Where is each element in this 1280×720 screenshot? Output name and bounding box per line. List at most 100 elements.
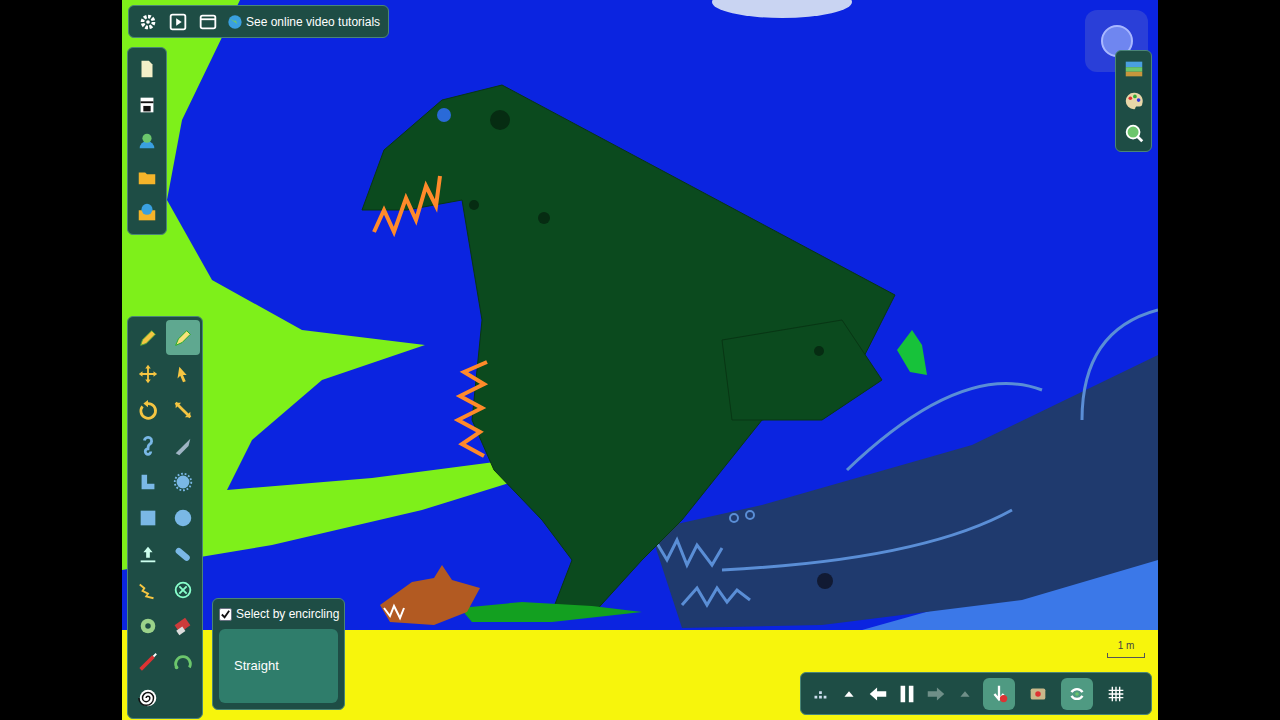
tool-button[interactable] [131,356,165,391]
tool-button[interactable] [131,428,165,463]
laser-icon [137,651,159,673]
gravity-icon [988,683,1010,705]
tool-button[interactable] [131,680,165,715]
zoom-world-button[interactable] [1123,122,1145,144]
tool-button[interactable] [166,464,200,499]
triangle-up-icon [954,683,976,705]
knife-icon [172,435,194,457]
background-button[interactable] [1123,58,1145,80]
grid-icon [1105,683,1127,705]
tool-button[interactable] [166,644,200,679]
undo-menu-button[interactable] [838,683,860,705]
circle-icon [172,507,194,529]
chain-icon [172,543,194,565]
toggle-button[interactable] [983,678,1015,710]
encircle-checkbox-row[interactable]: Select by encircling [219,605,338,623]
pencil-icon [137,327,159,349]
tool-button[interactable] [131,572,165,607]
window-icon [197,11,219,33]
play-scene-button[interactable] [167,11,189,33]
tool-button[interactable] [131,536,165,571]
open-online-icon [136,202,158,224]
polygon-icon [137,471,159,493]
save-icon [136,94,158,116]
pause-icon [896,683,918,705]
tutorials-label: See online video tutorials [246,13,380,31]
tool-button[interactable] [131,608,165,643]
top-bar: See online video tutorials [128,5,389,38]
file-button[interactable] [134,128,160,154]
globe-zoom-icon [1123,122,1145,144]
play-pause-button[interactable] [896,683,918,705]
scale-bar: 1 m [1106,638,1146,658]
tool-button[interactable] [166,428,200,463]
menu-button[interactable] [809,683,831,705]
air-friction-icon [1027,683,1049,705]
gear-icon [172,471,194,493]
redo-icon [925,683,947,705]
plane-icon [137,543,159,565]
eraser-icon [172,615,194,637]
bottom-bar [800,672,1152,715]
tools-panel [127,316,203,719]
undo-button[interactable] [867,683,889,705]
file-button[interactable] [134,164,160,190]
toggle-button[interactable] [1100,678,1132,710]
gear-icon [137,11,159,33]
sketch-icon [172,327,194,349]
redo-menu-button[interactable] [954,683,976,705]
tool-button[interactable] [166,572,200,607]
new-file-icon [136,58,158,80]
toggle-button[interactable] [1022,678,1054,710]
file-button[interactable] [134,200,160,226]
scale-icon [172,399,194,421]
triangle-up-icon [838,683,860,705]
dots-icon [809,683,831,705]
tool-button[interactable] [131,320,165,355]
fixate-icon [172,579,194,601]
scene-canvas[interactable]: See online video tutorials Select by enci… [122,0,1158,720]
checkbox-label: Select by encircling [236,605,339,623]
tool-button[interactable] [131,464,165,499]
straight-button[interactable]: Straight [219,629,338,703]
tool-button[interactable] [166,320,200,355]
palette-icon [1123,90,1145,112]
redo-button[interactable] [925,683,947,705]
file-button[interactable] [134,92,160,118]
rotate-icon [137,399,159,421]
undo-icon [867,683,889,705]
rope-icon [137,435,159,457]
tool-button[interactable] [166,536,200,571]
globe-icon [227,14,243,30]
folder-icon [136,166,158,188]
tutorials-link[interactable]: See online video tutorials [227,13,380,31]
right-panel [1115,50,1152,152]
tracer-icon [172,651,194,673]
spiral-icon [137,687,159,709]
letterbox-left [0,0,122,720]
file-button[interactable] [134,56,160,82]
tool-button[interactable] [166,500,200,535]
toggle-button[interactable] [1061,678,1093,710]
settings-button[interactable] [137,11,159,33]
tool-button[interactable] [131,392,165,427]
check-icon [220,609,231,620]
play-icon [167,11,189,33]
tool-options-panel: Select by encircling Straight [212,598,345,710]
checkbox[interactable] [219,608,232,621]
tool-button[interactable] [131,500,165,535]
layers-icon [1123,58,1145,80]
palette-button[interactable] [1123,90,1145,112]
scale-label: 1 m [1118,638,1135,653]
tool-button[interactable] [166,356,200,391]
tool-button[interactable] [166,608,200,643]
letterbox-right [1158,0,1280,720]
box-icon [137,507,159,529]
spring-icon [137,579,159,601]
tool-button[interactable] [166,392,200,427]
tool-button[interactable] [131,644,165,679]
hinge-icon [137,615,159,637]
move-icon [137,363,159,385]
window-button[interactable] [197,11,219,33]
drag-icon [172,363,194,385]
